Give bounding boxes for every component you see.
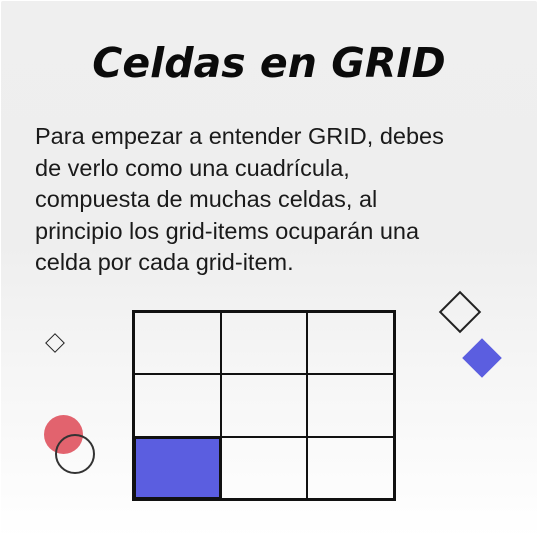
body-line: celda por cada grid-item. [35,249,294,275]
grid-cell [220,374,308,437]
diamond-filled-icon [462,338,502,378]
diamond-outline-small-icon [45,333,65,353]
slide-body-text: Para empezar a entender GRID, debes de v… [35,121,505,279]
grid-cell [307,312,394,375]
body-line: Para empezar a entender GRID, debes [35,123,444,149]
body-line: compuesta de muchas celdas, al [35,186,378,212]
grid-cell [134,312,221,375]
slide-card: Celdas en GRID Para empezar a entender G… [1,1,537,539]
circle-outline-icon [55,434,95,474]
body-line: de verlo como una cuadrícula, [35,154,350,181]
grid-cell [220,312,308,375]
grid-cell [134,374,221,437]
grid-illustration [132,310,396,501]
grid-cell [307,374,394,437]
diamond-outline-large-icon [438,290,482,334]
body-line: principio los grid-items ocuparán una [35,217,420,244]
slide-title: Celdas en GRID [92,39,446,87]
grid-cell [307,436,394,499]
grid-cell-highlighted [134,436,221,499]
grid-cell [220,436,308,499]
